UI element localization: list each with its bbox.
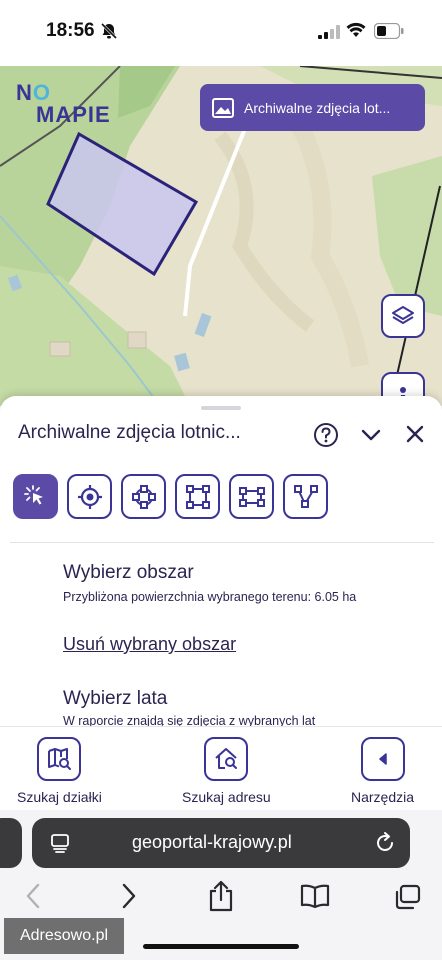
close-icon[interactable] <box>404 423 426 445</box>
house-search-icon <box>215 748 238 769</box>
share-icon[interactable] <box>208 880 234 912</box>
tools-icon-box <box>360 737 405 781</box>
help-icon[interactable] <box>313 422 339 448</box>
status-time: 18:56 <box>46 20 95 41</box>
square-nodes-icon <box>185 484 210 509</box>
archive-photos-label: Archiwalne zdjęcia lot... <box>244 99 391 116</box>
rectangle-nodes-icon <box>238 486 265 507</box>
layers-icon <box>392 306 414 324</box>
years-section-title: Wybierz lata <box>63 688 168 709</box>
area-section-title: Wybierz obszar <box>63 562 194 583</box>
search-plot-button[interactable]: Szukaj działki <box>17 737 102 805</box>
drawing-toolbar <box>13 474 328 519</box>
sheet-divider <box>10 542 434 543</box>
battery-icon <box>374 23 404 39</box>
tabs-icon[interactable] <box>394 884 422 910</box>
bottom-action-bar: Szukaj działki Szukaj adresu Narzędzia <box>0 726 442 810</box>
search-address-label: Szukaj adresu <box>182 789 271 805</box>
back-icon[interactable] <box>24 882 44 910</box>
tools-label: Narzędzia <box>351 789 415 805</box>
archive-photos-button[interactable]: Archiwalne zdjęcia lot... <box>200 84 425 131</box>
tab-overview-icon[interactable] <box>50 833 70 853</box>
sheet-title: Archiwalne zdjęcia lotnic... <box>18 422 241 443</box>
tool-select[interactable] <box>13 474 58 519</box>
status-bar: 18:56 <box>0 0 442 66</box>
circle-nodes-icon <box>131 484 156 509</box>
forward-icon[interactable] <box>118 882 138 910</box>
search-plot-icon-box <box>37 737 82 781</box>
search-address-button[interactable]: Szukaj adresu <box>182 737 271 805</box>
map-search-icon <box>48 748 72 770</box>
signal-icon <box>318 25 340 39</box>
archive-photos-sheet: Archiwalne zdjęcia lotnic... Wybierz obs… <box>0 396 442 726</box>
image-icon <box>212 97 234 118</box>
triangle-left-icon <box>378 753 387 765</box>
previous-tab-peek[interactable] <box>0 818 22 868</box>
bookmarks-icon[interactable] <box>300 884 330 908</box>
nomapie-logo: NO MAPIE <box>16 80 111 127</box>
reload-icon[interactable] <box>374 832 396 854</box>
polyline-icon <box>293 484 318 508</box>
home-indicator[interactable] <box>143 944 299 949</box>
sheet-drag-handle[interactable] <box>201 406 241 410</box>
tool-point[interactable] <box>67 474 112 519</box>
tool-polygon[interactable] <box>283 474 328 519</box>
url-text: geoportal-krajowy.pl <box>132 832 292 852</box>
tools-button[interactable]: Narzędzia <box>351 737 414 805</box>
watermark: Adresowo.pl <box>4 918 124 954</box>
wifi-icon <box>346 22 366 37</box>
remove-area-link[interactable]: Usuń wybrany obszar <box>63 634 236 655</box>
layers-button[interactable] <box>381 294 425 338</box>
bell-slash-icon <box>100 22 118 40</box>
tool-circle[interactable] <box>121 474 166 519</box>
target-icon <box>77 484 102 509</box>
years-section-subtitle: W raporcie znajdą się zdjęcia z wybranyc… <box>63 714 316 726</box>
tool-square[interactable] <box>175 474 220 519</box>
search-address-icon-box <box>204 737 249 781</box>
area-section-subtitle: Przybliżona powierzchnia wybranego teren… <box>63 590 357 604</box>
select-pointer-icon <box>23 484 43 504</box>
search-plot-label: Szukaj działki <box>17 789 102 805</box>
chevron-down-icon[interactable] <box>360 424 382 446</box>
tool-rectangle[interactable] <box>229 474 274 519</box>
address-bar[interactable]: geoportal-krajowy.pl <box>32 818 410 868</box>
